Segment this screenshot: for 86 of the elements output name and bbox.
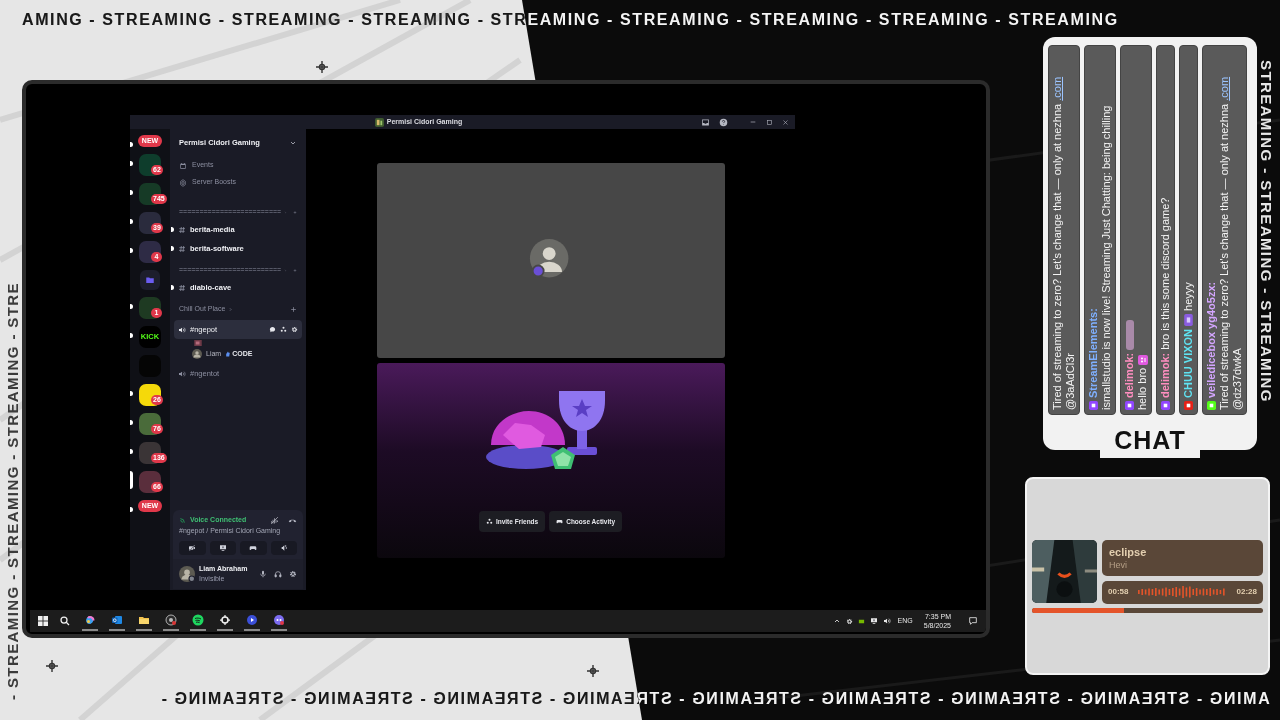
headphones-icon[interactable] [274, 570, 282, 578]
stream-thumbnail[interactable] [194, 340, 202, 346]
network-icon[interactable] [869, 617, 878, 625]
track-artist: Hevi [1109, 558, 1128, 571]
noise-suppression-icon[interactable] [270, 515, 279, 525]
swirl-icon [84, 614, 96, 626]
banner-text: STREAMING - STREAMING - STREAMING [1257, 60, 1275, 405]
hash-icon [178, 225, 186, 234]
chat-app-icon [273, 614, 285, 626]
calendar-icon [179, 161, 187, 170]
folder-icon [138, 614, 150, 626]
gem-icon [179, 178, 187, 187]
mail-icon [111, 614, 123, 626]
total-time: 02:28 [1236, 586, 1257, 598]
speaker-icon [178, 325, 186, 334]
elapsed-time: 00:58 [1108, 586, 1129, 598]
help-icon[interactable] [719, 117, 728, 127]
link[interactable]: .com [1051, 76, 1063, 101]
close-icon[interactable] [782, 118, 789, 126]
server-icon [374, 117, 384, 127]
progress-bar[interactable] [1032, 607, 1263, 613]
signal-icon [179, 516, 187, 525]
chat-icon[interactable] [269, 326, 276, 333]
crosshair-icon [587, 665, 599, 677]
server-button[interactable] [139, 384, 161, 406]
chat-text: Tired of streaming to zero? Let's change that — only at nezhna .com [1051, 76, 1064, 410]
thumb-icon [225, 351, 232, 357]
chat-author[interactable]: veiledicebox yg4o5zx: [1205, 281, 1218, 398]
link[interactable]: .com [1218, 76, 1230, 101]
chat-mention: @dz37dwkA [1231, 347, 1244, 410]
gpu-icon[interactable] [857, 617, 865, 625]
settings-icon[interactable] [289, 570, 297, 578]
chat-text: bro is this some discord game? [1159, 197, 1172, 350]
voice-control-button[interactable] [240, 541, 267, 555]
avatar [192, 349, 202, 359]
voice-control-button[interactable] [179, 541, 206, 555]
people-icon [485, 518, 493, 525]
screen-share-icon [218, 544, 227, 552]
twitch-icon [1161, 401, 1170, 410]
gamepad-icon [556, 518, 564, 525]
twitch-icon [1125, 401, 1134, 410]
server-button[interactable] [139, 154, 161, 176]
record-icon [165, 614, 177, 626]
server-folder[interactable] [140, 270, 160, 290]
notification-icon[interactable] [968, 616, 978, 626]
camera-off-icon [188, 544, 197, 552]
hash-icon [178, 283, 186, 292]
track-title: eclipse [1109, 544, 1148, 559]
chat-author[interactable]: delimok: [1123, 352, 1136, 398]
server-button[interactable] [139, 413, 161, 435]
maximize-icon[interactable] [766, 118, 773, 126]
gear-icon [219, 614, 231, 626]
soundboard-icon [279, 544, 288, 552]
play-icon [1184, 401, 1193, 410]
sound-waves-icon [192, 614, 204, 626]
chat-author[interactable]: CHUU VIXON [1182, 328, 1195, 398]
chat-text: ismallstudio is now live! Streaming Just Chatting: being chilling [1100, 105, 1113, 410]
speaker-icon [178, 369, 186, 378]
gamepad-icon [249, 544, 258, 552]
gear-icon[interactable] [845, 617, 853, 625]
chat-text: Tired of streaming to zero? Let's change that — only at nezhna .com [1218, 76, 1231, 410]
server-button[interactable] [139, 471, 161, 493]
banner-text: - STREAMING - STREAMING - STREAMING - STRE [4, 281, 22, 700]
voice-control-button[interactable] [209, 541, 236, 555]
twitch-icon [1089, 401, 1098, 410]
chat-mention: @3aAdCl3r [1064, 351, 1077, 410]
server-button[interactable] [139, 241, 161, 263]
crosshair-icon [46, 660, 58, 672]
kick-icon [1207, 401, 1216, 410]
people-icon[interactable] [280, 326, 287, 333]
chat-author[interactable]: StreamElements: [1087, 308, 1100, 398]
volume-icon[interactable] [882, 617, 891, 625]
chat-author[interactable]: delimok: [1159, 352, 1172, 398]
inbox-icon[interactable] [701, 117, 710, 127]
search-icon[interactable] [59, 615, 71, 627]
hash-icon [178, 244, 186, 253]
microphone-icon[interactable] [259, 570, 267, 578]
chat-text: heyyy [1182, 282, 1195, 311]
crosshair-icon [316, 61, 328, 73]
emoji-icon [1137, 354, 1148, 365]
play-icon [246, 614, 258, 626]
windows-icon[interactable] [38, 616, 48, 626]
avatar[interactable] [179, 566, 195, 582]
chat-text: hello bro [1136, 367, 1149, 410]
taskbar-app-button[interactable] [163, 611, 179, 631]
server-button[interactable] [139, 212, 161, 234]
